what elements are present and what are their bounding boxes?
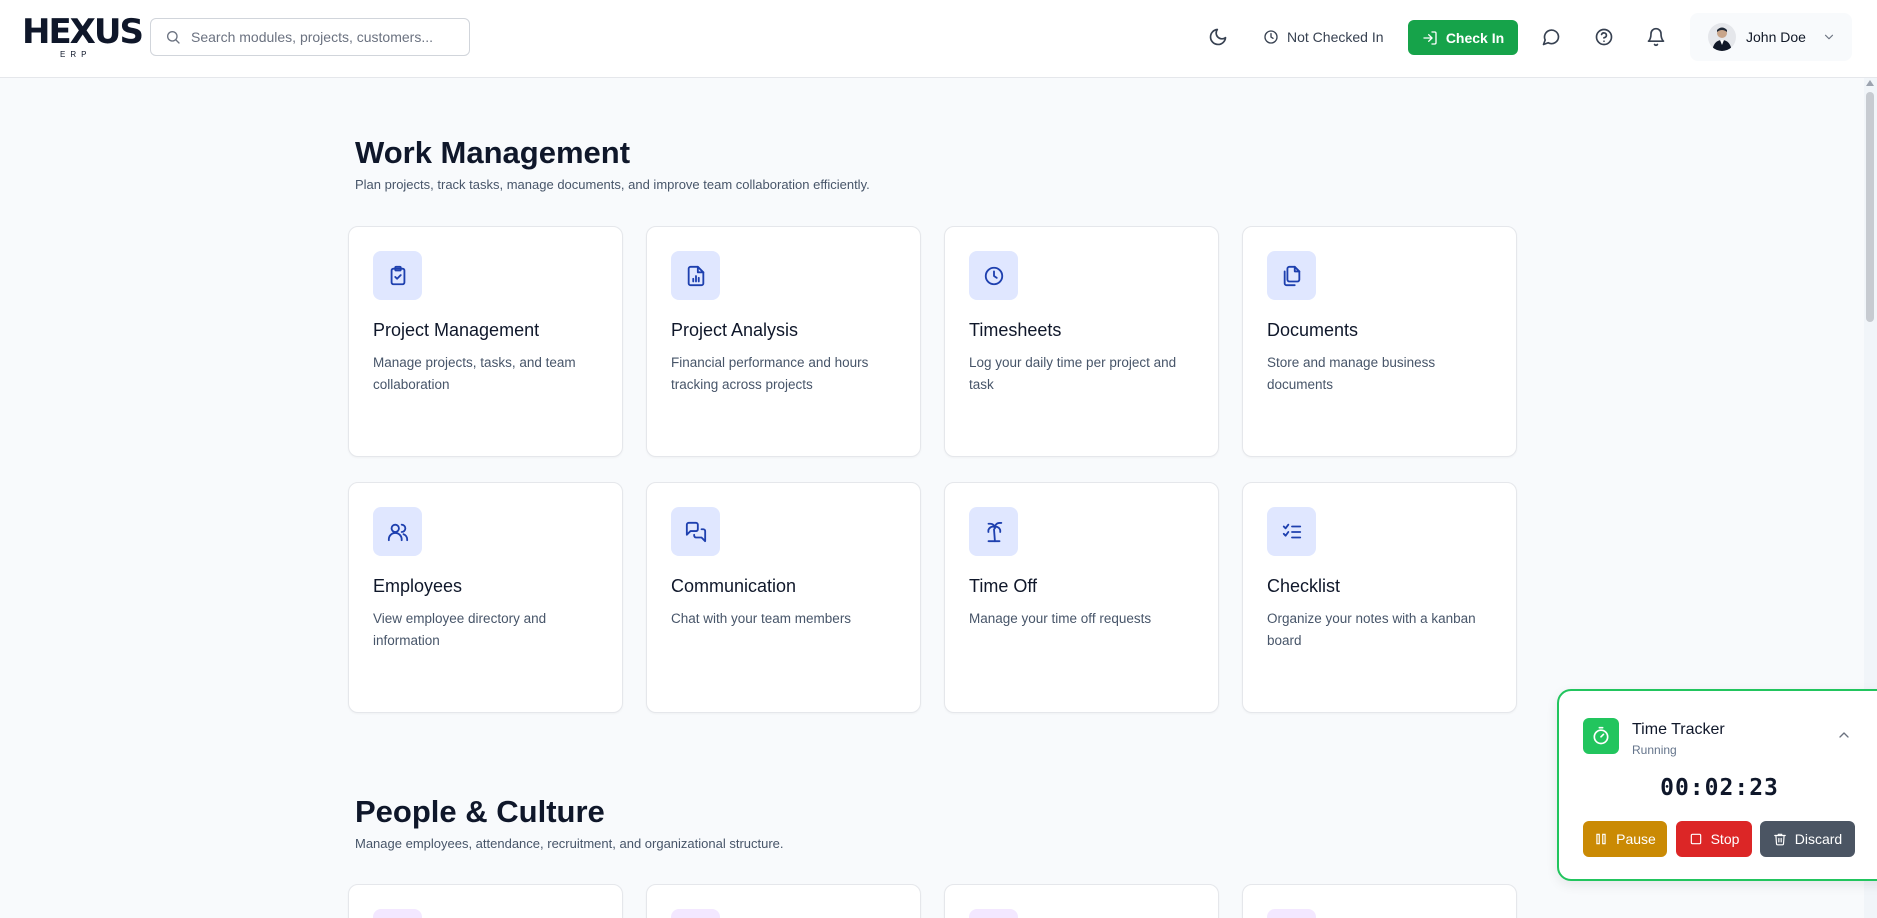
messages-button[interactable] — [1540, 26, 1562, 48]
discard-button[interactable]: Discard — [1760, 821, 1855, 857]
module-icon — [1267, 909, 1316, 918]
section-title-work-management: Work Management — [355, 135, 631, 170]
trash-icon — [1773, 833, 1786, 846]
card-title: Documents — [1267, 320, 1359, 340]
tracker-status: Running — [1632, 743, 1677, 757]
card-people-3[interactable] — [944, 884, 1219, 918]
chart-file-icon — [671, 251, 720, 300]
card-documents[interactable]: Documents Store and manage business docu… — [1242, 226, 1517, 457]
card-description: View employee directory and information — [373, 611, 547, 648]
stopwatch-icon — [1583, 718, 1619, 754]
scroll-up-arrow[interactable] — [1866, 80, 1874, 86]
avatar — [1708, 23, 1736, 51]
scrollbar-thumb[interactable] — [1866, 92, 1874, 322]
checkin-status: Not Checked In — [1263, 26, 1384, 48]
card-title: Checklist — [1267, 576, 1341, 596]
tracker-title: Time Tracker — [1632, 721, 1725, 738]
section-title-people-culture: People & Culture — [355, 794, 605, 829]
clock-icon — [969, 251, 1018, 300]
card-title: Employees — [373, 576, 463, 596]
card-title: Time Off — [969, 576, 1038, 596]
bell-icon — [1647, 27, 1665, 47]
top-header: HEXUS ERP Not Checked In Check In — [0, 0, 1877, 78]
dark-mode-toggle[interactable] — [1207, 26, 1229, 48]
card-description: Financial performance and hours tracking… — [671, 355, 869, 392]
checkin-status-text: Not Checked In — [1287, 29, 1384, 45]
pause-label: Pause — [1616, 831, 1656, 847]
search-input[interactable] — [191, 29, 451, 45]
chevron-up-icon[interactable] — [1836, 727, 1852, 743]
card-people-4[interactable] — [1242, 884, 1517, 918]
users-icon — [373, 507, 422, 556]
hexus-logo[interactable]: HEXUS ERP — [22, 12, 144, 62]
card-description: Manage projects, tasks, and team collabo… — [373, 355, 576, 392]
module-icon — [373, 909, 422, 918]
card-people-2[interactable] — [646, 884, 921, 918]
chat-icon — [671, 507, 720, 556]
tracker-time: 00:02:23 — [1660, 775, 1779, 801]
pause-button[interactable]: Pause — [1583, 821, 1667, 857]
chevron-down-icon — [1824, 34, 1834, 40]
module-icon — [969, 909, 1018, 918]
logo-text: HEXUS — [22, 12, 144, 52]
section-desc-work-management: Plan projects, track tasks, manage docum… — [355, 177, 870, 192]
card-checklist[interactable]: Checklist Organize your notes with a kan… — [1242, 482, 1517, 713]
card-time-off[interactable]: Time Off Manage your time off requests — [944, 482, 1219, 713]
notifications-button[interactable] — [1645, 26, 1667, 48]
time-tracker-widget: Time Tracker Running 00:02:23 Pause Stop… — [1557, 689, 1877, 881]
check-in-label: Check In — [1445, 29, 1505, 46]
module-icon — [671, 909, 720, 918]
checklist-icon — [1267, 507, 1316, 556]
card-title: Project Management — [373, 320, 540, 340]
search-box[interactable] — [150, 18, 470, 56]
clock-icon — [1264, 30, 1278, 44]
message-circle-icon — [1542, 29, 1560, 46]
card-title: Timesheets — [969, 320, 1062, 340]
search-icon — [167, 31, 180, 44]
moon-icon — [1209, 28, 1227, 46]
help-circle-icon — [1595, 28, 1613, 46]
login-icon — [1423, 30, 1437, 45]
pause-icon — [1596, 833, 1606, 845]
card-description: Chat with your team members — [671, 611, 852, 626]
card-title: Communication — [671, 576, 797, 596]
card-description: Log your daily time per project and task — [969, 355, 1177, 392]
card-employees[interactable]: Employees View employee directory and in… — [348, 482, 623, 713]
check-in-button[interactable]: Check In — [1408, 20, 1518, 55]
card-project-analysis[interactable]: Project Analysis Financial performance a… — [646, 226, 921, 457]
card-title: Project Analysis — [671, 320, 799, 340]
card-communication[interactable]: Communication Chat with your team member… — [646, 482, 921, 713]
stop-label: Stop — [1710, 831, 1740, 847]
card-description: Organize your notes with a kanban board — [1267, 611, 1476, 648]
stop-icon — [1690, 833, 1701, 845]
help-button[interactable] — [1593, 26, 1615, 48]
card-timesheets[interactable]: Timesheets Log your daily time per proje… — [944, 226, 1219, 457]
user-name: John Doe — [1746, 29, 1806, 45]
clipboard-check-icon — [373, 251, 422, 300]
card-project-management[interactable]: Project Management Manage projects, task… — [348, 226, 623, 457]
card-description: Manage your time off requests — [969, 611, 1152, 626]
palm-tree-icon — [969, 507, 1018, 556]
card-people-1[interactable] — [348, 884, 623, 918]
stop-button[interactable]: Stop — [1676, 821, 1752, 857]
section-desc-people-culture: Manage employees, attendance, recruitmen… — [355, 836, 784, 851]
user-menu[interactable]: John Doe — [1690, 13, 1852, 61]
discard-label: Discard — [1794, 831, 1843, 847]
card-description: Store and manage business documents — [1267, 355, 1436, 392]
documents-icon — [1267, 251, 1316, 300]
